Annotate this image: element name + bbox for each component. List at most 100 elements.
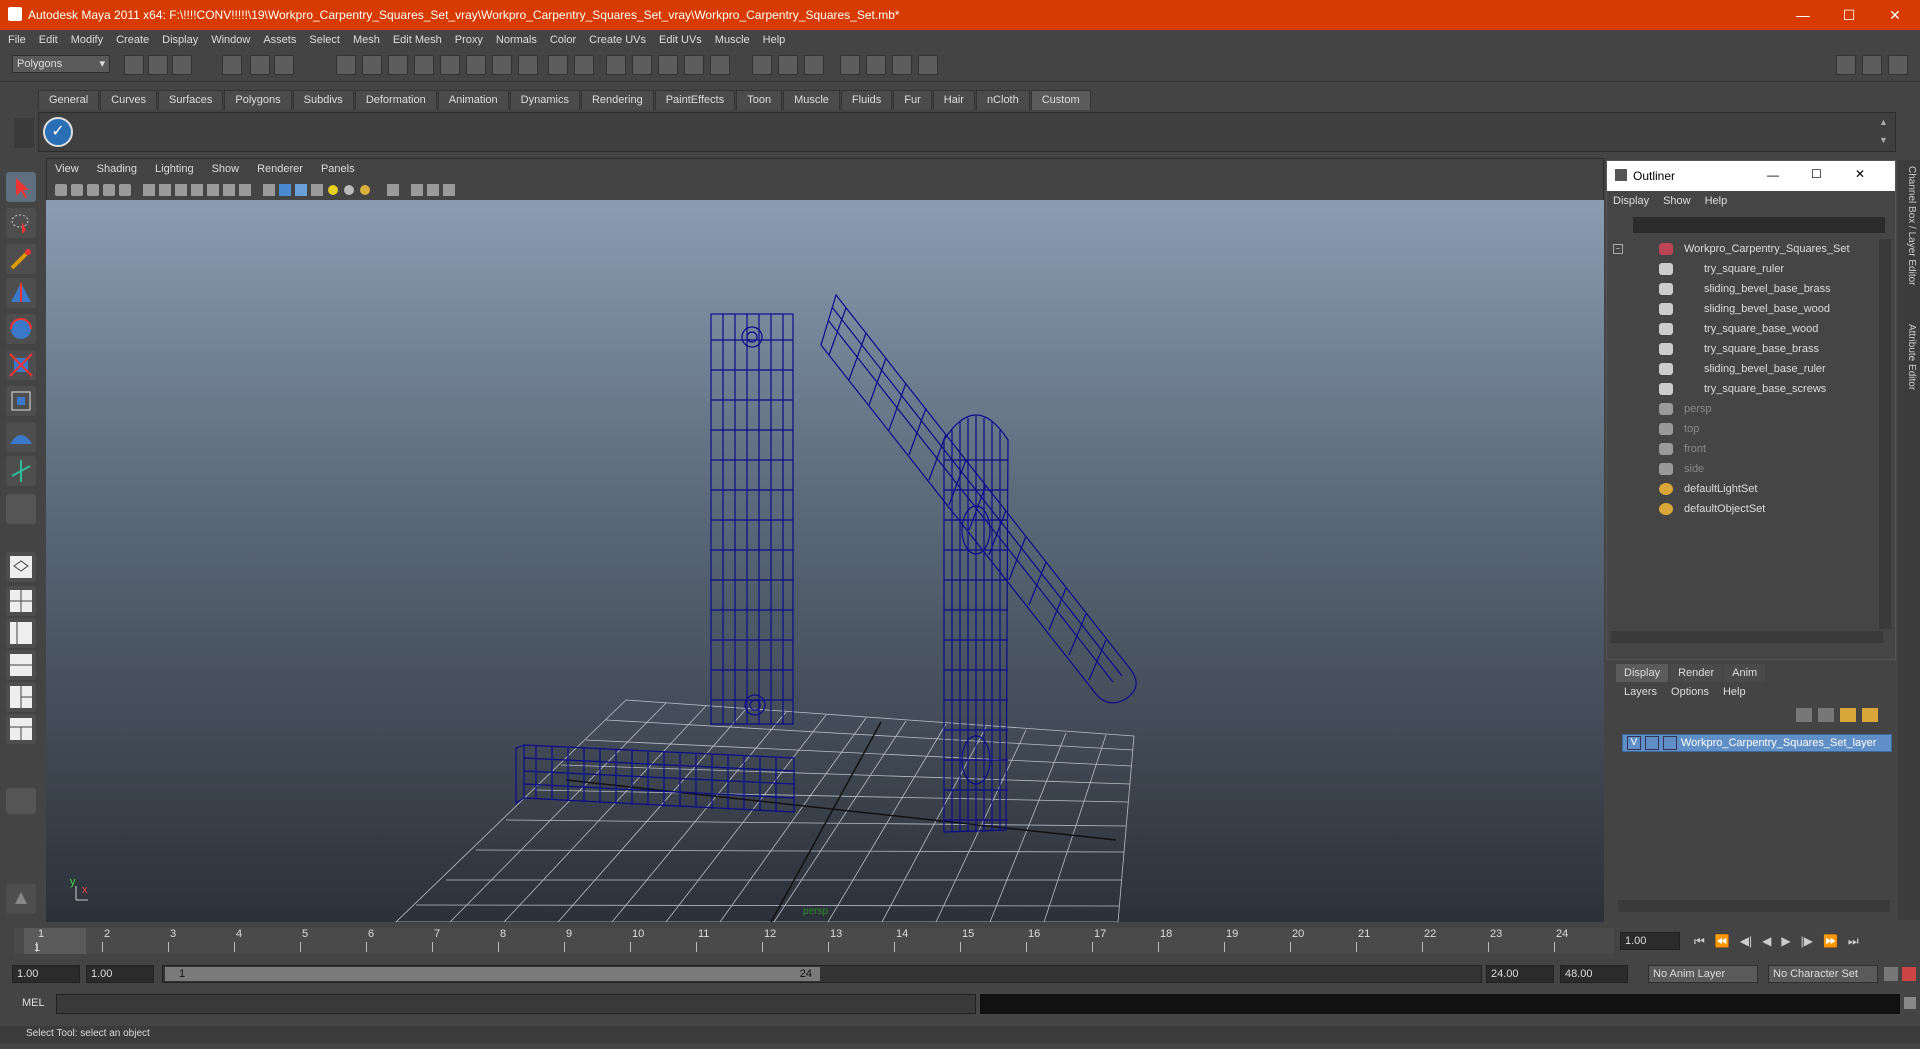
menu-color[interactable]: Color [550,34,576,46]
outliner-item-camera[interactable]: persp [1684,403,1712,415]
shelf-scroll-up-icon[interactable]: ▲ [1879,117,1891,129]
select-deformation-icon[interactable] [440,55,460,75]
tab-painteffects[interactable]: PaintEffects [654,90,736,110]
move-tool-icon[interactable] [6,278,36,308]
outliner-minimize-icon[interactable]: — [1767,168,1779,182]
select-dynamic-icon[interactable] [466,55,486,75]
outliner-item[interactable]: sliding_bevel_base_wood [1704,303,1830,315]
menu-normals[interactable]: Normals [496,34,537,46]
tab-deformation[interactable]: Deformation [354,90,437,110]
tool-settings-icon[interactable] [6,884,36,914]
mel-label[interactable]: MEL [22,997,45,1009]
single-perspective-layout-icon[interactable] [6,552,36,582]
shelf-menu-handle[interactable] [14,118,34,148]
collapse-toggle-icon[interactable]: − [1613,244,1623,254]
four-view-layout-icon[interactable] [6,586,36,616]
select-tool-icon[interactable] [6,172,36,202]
tab-curves[interactable]: Curves [100,90,157,110]
outliner-item-set[interactable]: defaultLightSet [1684,483,1757,495]
output-ops-icon[interactable] [778,55,798,75]
panel-menu-panels[interactable]: Panels [321,163,355,175]
outliner-item[interactable]: sliding_bevel_base_brass [1704,283,1831,295]
menu-edit-mesh[interactable]: Edit Mesh [393,34,442,46]
input-ops-icon[interactable] [752,55,772,75]
snap-curve-icon[interactable] [632,55,652,75]
new-layer-selected-icon[interactable] [1818,708,1834,722]
range-slider-track[interactable]: 1 24 [162,965,1482,983]
outliner-item-set[interactable]: defaultObjectSet [1684,503,1765,515]
mode-dropdown[interactable]: Polygons ▾ [12,55,110,73]
tab-rendering[interactable]: Rendering [580,90,654,110]
menu-modify[interactable]: Modify [71,34,103,46]
go-to-end-icon[interactable]: ⏭ [1848,934,1859,949]
outliner-item-camera[interactable]: top [1684,423,1699,435]
select-by-hierarchy-icon[interactable] [222,55,242,75]
step-forward-key-icon[interactable]: ⏩ [1823,934,1838,949]
tab-fluids[interactable]: Fluids [840,90,893,110]
panel-menu-renderer[interactable]: Renderer [257,163,303,175]
menu-file[interactable]: File [8,34,26,46]
panel-menu-show[interactable]: Show [212,163,240,175]
close-button[interactable]: ✕ [1872,0,1918,30]
layer-menu-layers[interactable]: Layers [1624,686,1657,698]
layer-row[interactable]: V Workpro_Carpentry_Squares_Set_layer [1622,734,1892,752]
select-rendering-icon[interactable] [492,55,512,75]
maximize-button[interactable]: ☐ [1826,0,1872,30]
outliner-menu-help[interactable]: Help [1705,195,1728,207]
outliner-maximize-icon[interactable]: ☐ [1811,167,1822,181]
scale-tool-icon[interactable] [6,350,36,380]
layer-menu-help[interactable]: Help [1723,686,1746,698]
play-backward-icon[interactable]: ◀ [1762,934,1771,949]
tab-toon[interactable]: Toon [736,90,783,110]
outliner-item[interactable]: try_square_base_wood [1704,323,1818,335]
menu-display[interactable]: Display [162,34,198,46]
menu-proxy[interactable]: Proxy [455,34,483,46]
soft-modification-icon[interactable] [6,422,36,452]
select-handle-icon[interactable] [336,55,356,75]
step-back-frame-icon[interactable]: ◀| [1740,934,1752,949]
new-scene-icon[interactable] [124,55,144,75]
toggle-attribute-editor-icon[interactable] [1836,55,1856,75]
select-misc-icon[interactable] [518,55,538,75]
tab-hair[interactable]: Hair [932,90,975,110]
anim-layer-dropdown[interactable]: No Anim Layer [1648,965,1758,983]
universal-manipulator-icon[interactable] [6,386,36,416]
outliner-menu-display[interactable]: Display [1613,195,1649,207]
tab-animation[interactable]: Animation [437,90,509,110]
render-current-frame-icon[interactable] [840,55,860,75]
layer-color-swatch[interactable] [1663,736,1677,750]
snap-grid-icon[interactable] [606,55,626,75]
shelf-scroll-down-icon[interactable]: ▼ [1879,135,1891,147]
rotate-tool-icon[interactable] [6,314,36,344]
render-settings-icon[interactable] [892,55,912,75]
lasso-tool-icon[interactable] [6,208,36,238]
perspective-viewport[interactable]: y x persp [46,200,1604,923]
tab-anim-layers[interactable]: Anim [1724,664,1766,682]
play-forward-icon[interactable]: ▶ [1781,934,1790,949]
panel-toolbar-icons[interactable] [53,181,613,199]
snap-point-icon[interactable] [658,55,678,75]
layer-options-alt-icon[interactable] [1862,708,1878,722]
outliner-vertical-scrollbar[interactable] [1879,239,1891,629]
menu-edit-uvs[interactable]: Edit UVs [659,34,702,46]
end-time-field[interactable] [1560,965,1628,983]
new-layer-icon[interactable] [1796,708,1812,722]
layer-horizontal-scrollbar[interactable] [1618,900,1890,912]
tab-subdivs[interactable]: Subdivs [292,90,354,110]
panel-menu-lighting[interactable]: Lighting [155,163,194,175]
toggle-channel-box-icon[interactable] [1888,55,1908,75]
character-set-dropdown[interactable]: No Character Set [1768,965,1878,983]
layer-display-type-toggle[interactable] [1645,736,1659,750]
outliner-item-camera[interactable]: side [1684,463,1704,475]
current-time-field[interactable] [1620,932,1680,950]
layer-visibility-toggle[interactable]: V [1627,736,1641,750]
tab-render-layers[interactable]: Render [1670,664,1723,682]
save-scene-icon[interactable] [172,55,192,75]
minimize-button[interactable]: — [1780,0,1826,30]
ipr-render-icon[interactable] [866,55,886,75]
playback-end-field[interactable] [1486,965,1554,983]
mel-command-input[interactable] [56,994,976,1014]
go-to-start-icon[interactable]: ⏮ [1694,934,1705,949]
layer-options-icon[interactable] [1840,708,1856,722]
open-scene-icon[interactable] [148,55,168,75]
